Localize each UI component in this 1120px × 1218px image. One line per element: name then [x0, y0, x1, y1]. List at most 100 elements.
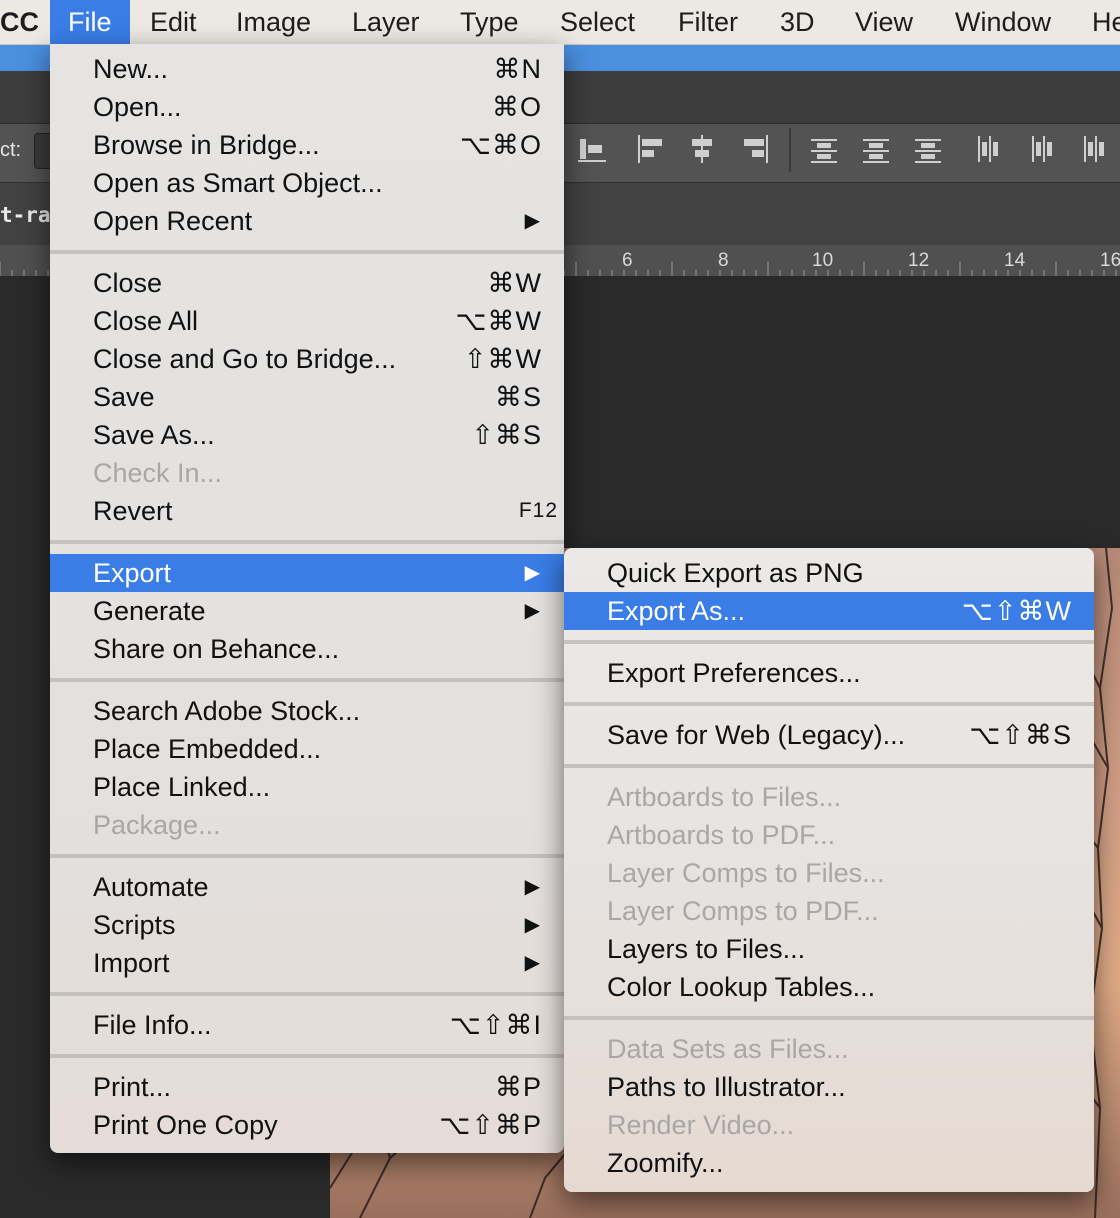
export-menu-item-export-as[interactable]: Export As... ⌥⇧⌘W: [564, 592, 1094, 630]
menu-window[interactable]: Window: [955, 0, 1051, 44]
export-menu-item-data-sets-as-files: Data Sets as Files...: [564, 1030, 1094, 1068]
export-menu-item-color-lookup-tables[interactable]: Color Lookup Tables...: [564, 968, 1094, 1006]
submenu-arrow-icon: ▶: [524, 600, 540, 622]
file-menu-item-share-on-behance[interactable]: Share on Behance...: [50, 630, 564, 668]
file-menu-item-scripts[interactable]: Scripts ▶: [50, 906, 564, 944]
align-distribute-icon[interactable]: [860, 133, 892, 165]
export-menu-item-artboards-to-files: Artboards to Files...: [564, 778, 1094, 816]
menu-separator: [564, 702, 1094, 706]
export-menu-item-render-video: Render Video...: [564, 1106, 1094, 1144]
export-menu-item-save-for-web-legacy[interactable]: Save for Web (Legacy)... ⌥⇧⌘S: [564, 716, 1094, 754]
menu-item-label: Layers to Files...: [607, 934, 806, 964]
file-menu-item-print[interactable]: Print... ⌘P: [50, 1068, 564, 1106]
submenu-arrow-icon: ▶: [524, 562, 540, 584]
menu-item-label: Import: [93, 948, 170, 978]
menu-filter[interactable]: Filter: [678, 0, 738, 44]
menu-item-shortcut: ⌘S: [494, 382, 542, 412]
menu-item-label: Generate: [93, 596, 206, 626]
file-menu-item-automate[interactable]: Automate ▶: [50, 868, 564, 906]
export-menu-item-artboards-to-pdf: Artboards to PDF...: [564, 816, 1094, 854]
menu-item-label: Quick Export as PNG: [607, 558, 864, 588]
file-menu-item-new[interactable]: New... ⌘N: [50, 50, 564, 88]
menu-separator: [50, 540, 564, 544]
align-distribute-icon[interactable]: [808, 133, 840, 165]
file-menu-item-generate[interactable]: Generate ▶: [50, 592, 564, 630]
menu-item-shortcut: ⌥⇧⌘S: [969, 720, 1072, 750]
file-menu-item-close-all[interactable]: Close All ⌥⌘W: [50, 302, 564, 340]
align-distribute-icon[interactable]: [686, 133, 718, 165]
menu-help[interactable]: He: [1092, 0, 1120, 44]
file-menu-item-import[interactable]: Import ▶: [50, 944, 564, 982]
menu-separator: [564, 640, 1094, 644]
file-menu-item-open-recent[interactable]: Open Recent ▶: [50, 202, 564, 240]
menu-separator: [50, 678, 564, 682]
menu-file[interactable]: File: [50, 0, 130, 44]
file-menu-item-save[interactable]: Save ⌘S: [50, 378, 564, 416]
file-menu-item-open-as-smart-object[interactable]: Open as Smart Object...: [50, 164, 564, 202]
app-menu[interactable]: CC: [0, 0, 39, 44]
file-menu-item-save-as[interactable]: Save As... ⇧⌘S: [50, 416, 564, 454]
align-distribute-icon[interactable]: [972, 133, 1004, 165]
export-menu-item-zoomify[interactable]: Zoomify...: [564, 1144, 1094, 1182]
menu-item-label: Save As...: [93, 420, 215, 450]
menu-item-shortcut: F12: [518, 499, 558, 522]
file-menu-item-package: Package...: [50, 806, 564, 844]
menu-item-shortcut: ⇧⌘S: [471, 420, 542, 450]
ruler-tick-label: 8: [718, 250, 729, 271]
ruler-tick-label: 14: [1004, 250, 1026, 271]
menu-item-label: Print...: [93, 1072, 172, 1102]
menu-item-shortcut: ⌘W: [487, 268, 542, 298]
options-label: ct:: [0, 139, 22, 161]
file-menu-item-close[interactable]: Close ⌘W: [50, 264, 564, 302]
menu-item-label: Render Video...: [607, 1110, 795, 1140]
align-distribute-icon[interactable]: [1026, 133, 1058, 165]
file-menu-item-search-adobe-stock[interactable]: Search Adobe Stock...: [50, 692, 564, 730]
file-menu-item-file-info[interactable]: File Info... ⌥⇧⌘I: [50, 1006, 564, 1044]
file-menu-item-print-one-copy[interactable]: Print One Copy ⌥⇧⌘P: [50, 1106, 564, 1144]
menu-select[interactable]: Select: [560, 0, 635, 44]
menu-item-shortcut: ⌥⇧⌘P: [439, 1110, 542, 1140]
ruler-tick-label: 10: [812, 250, 834, 271]
menu-layer[interactable]: Layer: [352, 0, 420, 44]
file-menu-item-place-linked[interactable]: Place Linked...: [50, 768, 564, 806]
export-menu-item-paths-to-illustrator[interactable]: Paths to Illustrator...: [564, 1068, 1094, 1106]
menu-image[interactable]: Image: [236, 0, 311, 44]
export-menu-item-export-preferences[interactable]: Export Preferences...: [564, 654, 1094, 692]
menu-item-shortcut: ⌥⇧⌘W: [961, 596, 1072, 626]
menu-item-label: Zoomify...: [607, 1148, 724, 1178]
menu-view[interactable]: View: [855, 0, 913, 44]
file-menu-item-browse-in-bridge[interactable]: Browse in Bridge... ⌥⌘O: [50, 126, 564, 164]
menu-item-label: Artboards to Files...: [607, 782, 842, 812]
menu-separator: [50, 1054, 564, 1058]
align-distribute-icon[interactable]: [636, 133, 668, 165]
menu-item-label: Artboards to PDF...: [607, 820, 836, 850]
align-distribute-icon[interactable]: [1078, 133, 1110, 165]
file-menu-item-export[interactable]: Export ▶: [50, 554, 564, 592]
align-distribute-icon[interactable]: [738, 133, 770, 165]
menu-item-label: Data Sets as Files...: [607, 1034, 849, 1064]
file-menu: New... ⌘N Open... ⌘O Browse in Bridge... ⌥⌘O O…: [50, 44, 564, 1153]
menu-item-label: Export: [93, 558, 172, 588]
menu-item-label: Close: [93, 268, 163, 298]
file-menu-item-revert[interactable]: Revert F12: [50, 492, 564, 530]
export-menu-item-layers-to-files[interactable]: Layers to Files...: [564, 930, 1094, 968]
menu-item-label: Automate: [93, 872, 209, 902]
align-distribute-icon[interactable]: [576, 133, 608, 165]
menu-item-label: Close and Go to Bridge...: [93, 344, 397, 374]
menu-edit[interactable]: Edit: [150, 0, 197, 44]
ruler-tick-label: 16: [1100, 250, 1120, 271]
menu-item-label: Package...: [93, 810, 221, 840]
menu-type[interactable]: Type: [460, 0, 519, 44]
menu-item-label: Open...: [93, 92, 182, 122]
file-menu-item-place-embedded[interactable]: Place Embedded...: [50, 730, 564, 768]
align-distribute-icon[interactable]: [912, 133, 944, 165]
file-menu-item-check-in: Check In...: [50, 454, 564, 492]
menu-item-label: Color Lookup Tables...: [607, 972, 876, 1002]
file-menu-item-close-and-go-to-bridge[interactable]: Close and Go to Bridge... ⇧⌘W: [50, 340, 564, 378]
file-menu-item-open[interactable]: Open... ⌘O: [50, 88, 564, 126]
menu-item-label: Check In...: [93, 458, 223, 488]
menu-item-label: Layer Comps to PDF...: [607, 896, 879, 926]
menu-separator: [50, 250, 564, 254]
export-menu-item-quick-export-as-png[interactable]: Quick Export as PNG: [564, 554, 1094, 592]
menu-3d[interactable]: 3D: [780, 0, 815, 44]
